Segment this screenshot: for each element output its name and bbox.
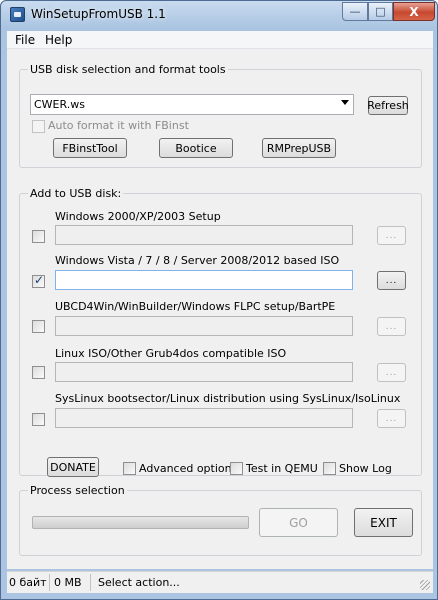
linux-iso-checkbox[interactable] — [32, 366, 45, 379]
rmprepusb-button[interactable]: RMPrepUSB — [262, 138, 336, 158]
winvista-label: Windows Vista / 7 / 8 / Server 2008/2012… — [55, 254, 340, 267]
app-window: WinSetupFromUSB 1.1 — □ X File Help USB … — [0, 0, 438, 600]
exit-button[interactable]: EXIT — [354, 508, 413, 537]
main-panel: USB disk selection and format tools CWER… — [7, 49, 433, 569]
ubcd4win-path-field[interactable] — [55, 316, 353, 336]
status-message: Select action... — [98, 576, 180, 589]
progress-bar — [32, 516, 249, 529]
linux-iso-label: Linux ISO/Other Grub4dos compatible ISO — [55, 347, 287, 360]
syslinux-browse-button[interactable]: ... — [377, 409, 406, 428]
usb-disk-value: CWER.ws — [34, 98, 85, 111]
menu-bar: File Help — [7, 31, 433, 49]
app-icon — [10, 7, 25, 22]
refresh-button[interactable]: Refresh — [367, 96, 409, 115]
go-button[interactable]: GO — [259, 508, 338, 537]
fbinsttool-button[interactable]: FBinstTool — [53, 138, 127, 158]
test-qemu-checkbox[interactable] — [230, 462, 243, 475]
ubcd4win-checkbox[interactable] — [32, 320, 45, 333]
resize-grip-icon[interactable] — [420, 580, 430, 590]
syslinux-path-field[interactable] — [55, 408, 353, 428]
close-button[interactable]: X — [393, 2, 435, 21]
winxp-checkbox[interactable] — [32, 230, 45, 243]
menu-file[interactable]: File — [15, 33, 35, 47]
show-log-label: Show Log — [339, 462, 392, 475]
menu-help[interactable]: Help — [45, 33, 72, 47]
usb-group-title: USB disk selection and format tools — [28, 63, 228, 76]
dropdown-arrow-icon[interactable] — [341, 100, 349, 105]
process-group-title: Process selection — [28, 484, 127, 497]
ubcd4win-browse-button[interactable]: ... — [377, 317, 406, 336]
maximize-button[interactable]: □ — [368, 2, 393, 21]
bootice-button[interactable]: Bootice — [159, 138, 233, 158]
syslinux-checkbox[interactable] — [32, 413, 45, 426]
show-log-checkbox[interactable] — [323, 462, 336, 475]
window-title: WinSetupFromUSB 1.1 — [31, 7, 166, 21]
syslinux-label: SysLinux bootsector/Linux distribution u… — [55, 392, 401, 405]
linux-iso-path-field[interactable] — [55, 362, 353, 382]
donate-button[interactable]: DONATE — [47, 457, 99, 477]
advanced-options-checkbox[interactable] — [123, 462, 136, 475]
auto-format-checkbox[interactable] — [32, 120, 45, 133]
usb-disk-combo[interactable]: CWER.ws — [30, 94, 354, 115]
add-group-title: Add to USB disk: — [28, 187, 124, 200]
status-separator — [90, 574, 91, 591]
ubcd4win-label: UBCD4Win/WinBuilder/Windows FLPC setup/B… — [55, 300, 336, 313]
title-bar[interactable]: WinSetupFromUSB 1.1 — □ X — [1, 1, 437, 29]
advanced-options-label: Advanced options — [139, 462, 238, 475]
winxp-path-field[interactable] — [55, 225, 353, 245]
checkmark-icon: ✓ — [34, 273, 45, 287]
status-separator — [49, 574, 50, 591]
status-size-bytes: 0 байт — [9, 576, 47, 589]
status-bar: 0 байт 0 MB Select action... — [7, 571, 433, 593]
minimize-button[interactable]: — — [342, 2, 368, 21]
linux-iso-browse-button[interactable]: ... — [377, 363, 406, 382]
winvista-browse-button[interactable]: ... — [377, 271, 406, 290]
winvista-path-field[interactable] — [55, 270, 353, 290]
winxp-label: Windows 2000/XP/2003 Setup — [55, 210, 221, 223]
auto-format-label: Auto format it with FBinst — [48, 119, 189, 132]
winxp-browse-button[interactable]: ... — [377, 226, 406, 245]
winvista-checkbox[interactable]: ✓ — [32, 273, 45, 288]
status-size-mb: 0 MB — [54, 576, 82, 589]
test-qemu-label: Test in QEMU — [246, 462, 318, 475]
